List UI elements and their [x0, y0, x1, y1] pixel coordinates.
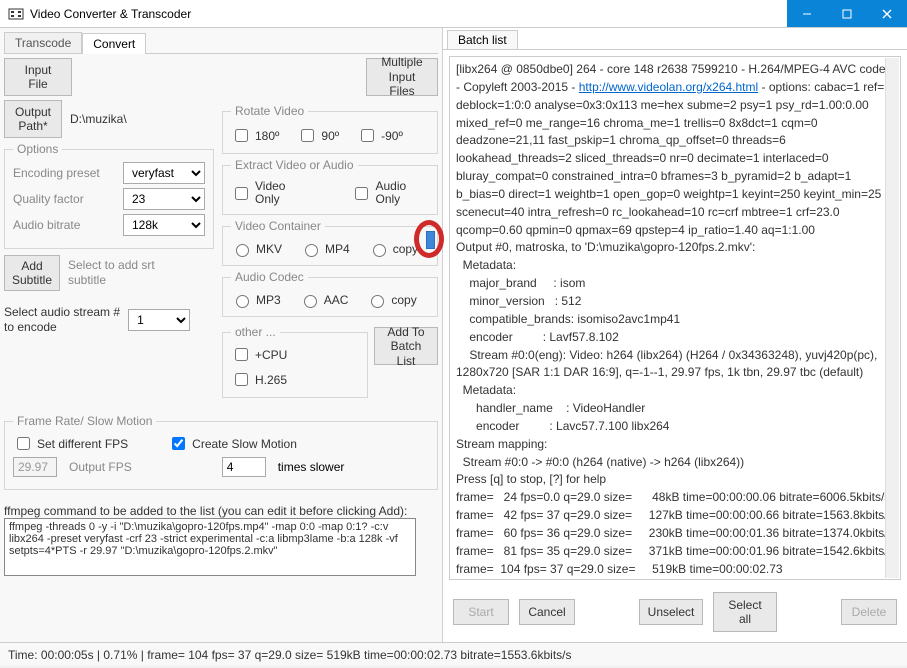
audio-stream-label: Select audio stream # to encode	[4, 305, 120, 335]
ac-mp3-radio[interactable]: MP3	[231, 292, 281, 308]
select-all-button[interactable]: Select all	[713, 592, 777, 632]
h265-checkbox[interactable]: H.265	[231, 370, 359, 389]
multiple-input-files-button[interactable]: Multiple Input Files	[366, 58, 438, 96]
rotate-neg90-checkbox[interactable]: -90º	[357, 126, 403, 145]
fps-legend: Frame Rate/ Slow Motion	[13, 414, 156, 428]
audio-stream-select[interactable]: 1	[128, 309, 190, 331]
audio-only-checkbox[interactable]: Audio Only	[351, 180, 406, 206]
slowmo-input[interactable]	[222, 457, 266, 477]
batch-scrollbar[interactable]	[885, 58, 899, 578]
audio-bitrate-select[interactable]: 128k	[123, 214, 205, 236]
vc-mkv-radio[interactable]: MKV	[231, 241, 282, 257]
rotate-180-checkbox[interactable]: 180º	[231, 126, 279, 145]
audio-bitrate-label: Audio bitrate	[13, 218, 80, 232]
ffmpeg-command-input[interactable]: ffmpeg -threads 0 -y -i "D:\muzika\gopro…	[4, 518, 416, 576]
left-scrollbar-thumb[interactable]	[426, 231, 435, 249]
maximize-button[interactable]	[827, 0, 867, 27]
options-legend: Options	[13, 142, 62, 156]
encoding-preset-label: Encoding preset	[13, 166, 100, 180]
unselect-button[interactable]: Unselect	[639, 599, 703, 625]
slowmo-label: times slower	[278, 460, 345, 474]
status-text: Time: 00:00:05s | 0.71% | frame= 104 fps…	[8, 648, 571, 662]
ffmpeg-label: ffmpeg command to be added to the list (…	[4, 504, 438, 518]
tab-transcode[interactable]: Transcode	[4, 32, 82, 53]
fps-output-label: Output FPS	[69, 460, 132, 474]
rotate-legend: Rotate Video	[231, 104, 308, 118]
video-only-checkbox[interactable]: Video Only	[231, 180, 285, 206]
quality-factor-select[interactable]: 23	[123, 188, 205, 210]
titlebar: Video Converter & Transcoder	[0, 0, 907, 28]
input-file-button[interactable]: Input File	[4, 58, 72, 96]
other-group: other ... +CPU H.265	[222, 325, 368, 398]
add-to-batch-button[interactable]: Add To Batch List	[374, 327, 438, 365]
rotate-group: Rotate Video 180º 90º -90º	[222, 104, 438, 154]
ac-aac-radio[interactable]: AAC	[299, 292, 349, 308]
vc-copy-radio[interactable]: copy	[368, 241, 418, 257]
video-container-group: Video Container MKV MP4 copy	[222, 219, 438, 266]
encoding-preset-select[interactable]: veryfast	[123, 162, 205, 184]
status-bar: Time: 00:00:05s | 0.71% | frame= 104 fps…	[0, 642, 907, 666]
x264-link[interactable]: http://www.videolan.org/x264.html	[579, 80, 758, 94]
audio-codec-legend: Audio Codec	[231, 270, 308, 284]
extract-legend: Extract Video or Audio	[231, 158, 358, 172]
cancel-button[interactable]: Cancel	[519, 599, 575, 625]
add-subtitle-hint: Select to add srt subtitle	[68, 258, 155, 288]
rotate-90-checkbox[interactable]: 90º	[297, 126, 339, 145]
fps-input[interactable]	[13, 457, 57, 477]
slow-motion-checkbox[interactable]: Create Slow Motion	[168, 434, 297, 453]
ac-copy-radio[interactable]: copy	[366, 292, 416, 308]
title-text: Video Converter & Transcoder	[30, 7, 787, 21]
extract-group: Extract Video or Audio Video Only Audio …	[222, 158, 438, 215]
batch-list-tab[interactable]: Batch list	[447, 30, 518, 49]
app-icon	[8, 6, 24, 22]
add-subtitle-button[interactable]: Add Subtitle	[4, 255, 60, 291]
batch-log-area: [libx264 @ 0850dbe0] 264 - core 148 r263…	[449, 56, 901, 580]
right-pane: Batch list [libx264 @ 0850dbe0] 264 - co…	[442, 28, 907, 642]
delete-button[interactable]: Delete	[841, 599, 897, 625]
start-button[interactable]: Start	[453, 599, 509, 625]
output-path-button[interactable]: Output Path*	[4, 100, 62, 138]
cpu-checkbox[interactable]: +CPU	[231, 345, 359, 364]
quality-factor-label: Quality factor	[13, 192, 84, 206]
video-container-legend: Video Container	[231, 219, 325, 233]
minimize-button[interactable]	[787, 0, 827, 27]
audio-codec-group: Audio Codec MP3 AAC copy	[222, 270, 438, 317]
left-pane: Transcode Convert Input File Multiple In…	[0, 28, 442, 642]
vc-mp4-radio[interactable]: MP4	[300, 241, 350, 257]
tab-convert[interactable]: Convert	[82, 33, 146, 54]
output-path-value: D:\muzika\	[70, 112, 127, 126]
set-fps-checkbox[interactable]: Set different FPS	[13, 434, 128, 453]
batch-log-text: [libx264 @ 0850dbe0] 264 - core 148 r263…	[456, 61, 894, 580]
options-group: Options Encoding preset veryfast Quality…	[4, 142, 214, 249]
other-legend: other ...	[231, 325, 280, 339]
close-button[interactable]	[867, 0, 907, 27]
fps-group: Frame Rate/ Slow Motion Set different FP…	[4, 414, 438, 490]
